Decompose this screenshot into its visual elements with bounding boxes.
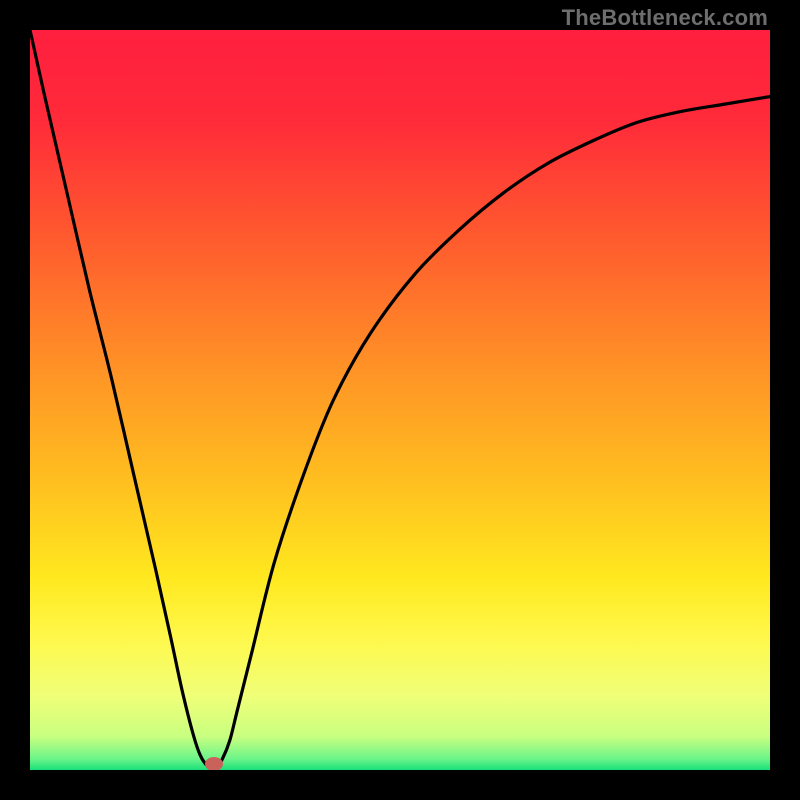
- watermark-text: TheBottleneck.com: [562, 5, 768, 31]
- chart-frame: TheBottleneck.com: [0, 0, 800, 800]
- optimal-point-marker: [205, 757, 223, 770]
- bottleneck-curve: [30, 30, 770, 770]
- plot-area: [30, 30, 770, 770]
